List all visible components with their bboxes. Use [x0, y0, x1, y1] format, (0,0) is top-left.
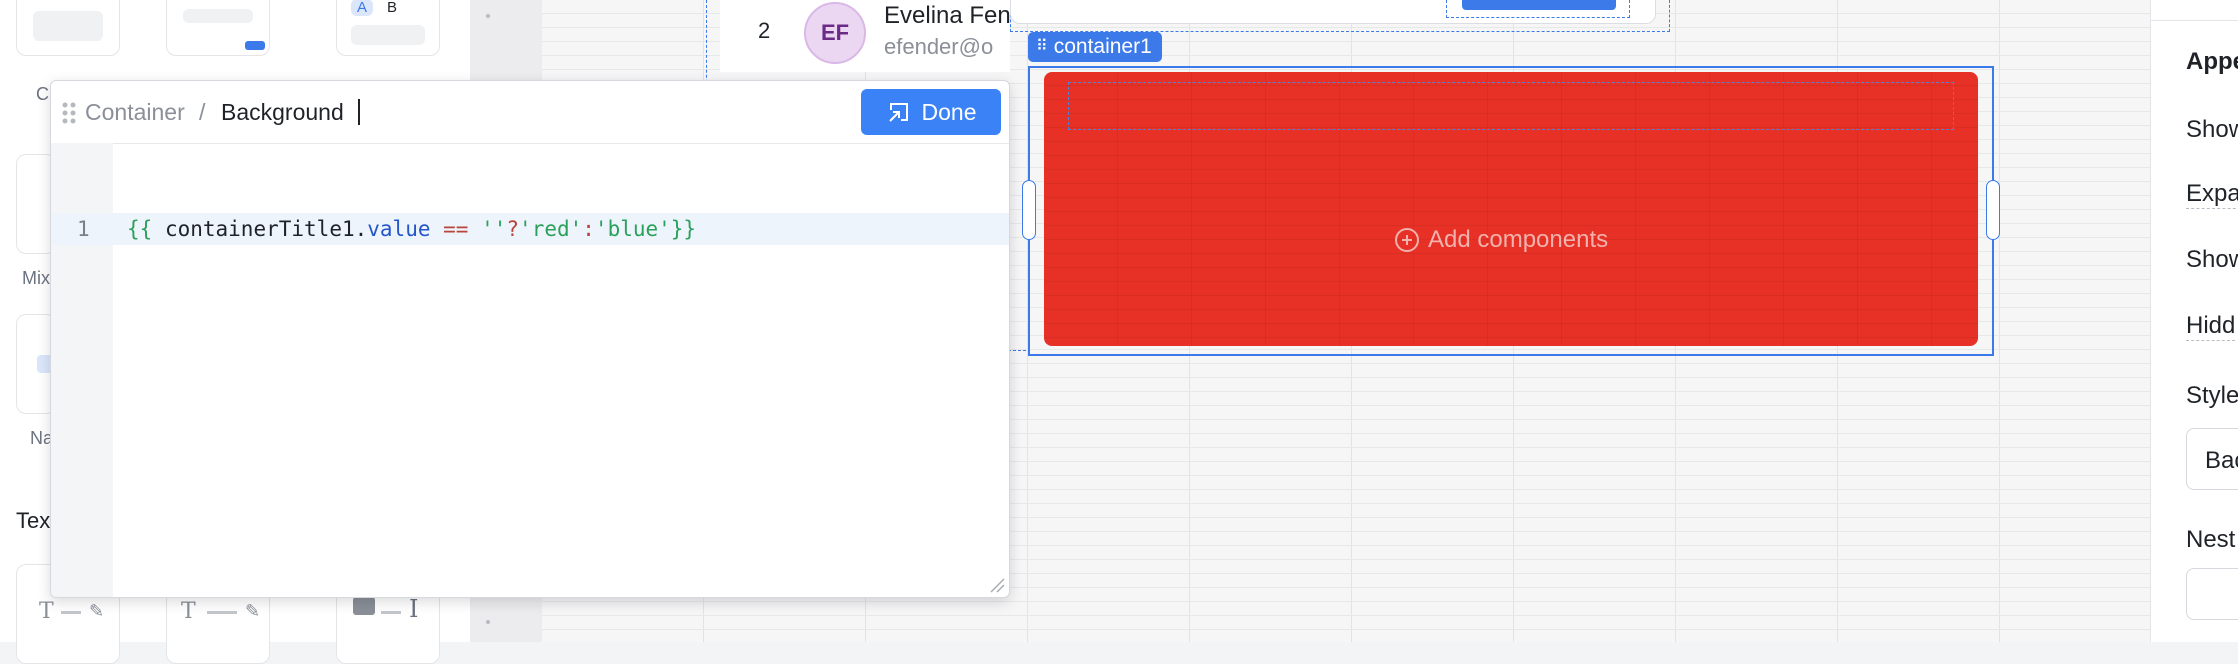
breadcrumb-current[interactable]: Background [221, 99, 344, 126]
add-components-button[interactable]: Add components [1394, 226, 1608, 254]
submit-button[interactable] [1462, 0, 1616, 10]
avatar: EF [804, 2, 866, 64]
inspector-section-appearance[interactable]: Appe [2186, 48, 2238, 76]
inspector-label: Hidd [2186, 312, 2236, 341]
editor-gutter [51, 143, 113, 597]
gutter-dot [486, 620, 490, 624]
inspector-label: Show [2186, 116, 2238, 143]
code-token: . [354, 217, 368, 241]
person-name: Evelina Fen [884, 2, 1011, 29]
inspector-divider [2150, 20, 2238, 21]
code-token: : [582, 217, 595, 241]
tile-label: Mix [22, 268, 50, 288]
section-title-text: Tex [16, 508, 51, 533]
line-icon [381, 611, 401, 614]
code-token: {{ [127, 217, 153, 241]
tile-badge-b: B [387, 0, 398, 16]
code-token: value [367, 217, 431, 241]
tile-label: C [36, 84, 49, 104]
inspector-label: Expa [2186, 180, 2238, 209]
inspector-label: Nest [2186, 526, 2236, 553]
pencil-icon: ✎ [245, 601, 261, 621]
pencil-icon: ✎ [89, 601, 105, 621]
tile-badge-a: A [351, 0, 374, 16]
style-select-value: Bac [2205, 447, 2238, 474]
tile-preview [33, 11, 103, 41]
cursor-icon: I [409, 595, 419, 623]
done-label: Done [921, 98, 977, 125]
text-icon: T [181, 599, 196, 624]
component-tile[interactable] [166, 0, 270, 56]
plus-circle-icon [1395, 228, 1419, 252]
container-label-tag[interactable]: ⠿ container1 [1028, 32, 1162, 62]
code-token: }} [670, 217, 697, 241]
component-tile[interactable]: A B [336, 0, 440, 56]
code-token: '' [481, 217, 507, 241]
breadcrumb-separator: / [199, 99, 206, 125]
nested-input[interactable] [2186, 568, 2238, 620]
code-token: containerTitle1 [164, 217, 355, 241]
inspector-label: Show [2186, 246, 2238, 273]
collapse-icon [888, 103, 908, 122]
person-email: efender@o [884, 34, 994, 59]
resize-handle-right[interactable] [1986, 180, 2000, 240]
style-select[interactable]: Bac [2186, 428, 2238, 490]
code-token: 'red' [519, 217, 583, 241]
drag-handle-icon[interactable] [61, 101, 77, 125]
tile-preview-button [245, 41, 265, 50]
line-icon [207, 611, 237, 614]
code-editor-popover[interactable]: Container / Background Done 1 {{ contain… [50, 80, 1010, 598]
tile-preview [351, 25, 425, 45]
row-number: 2 [758, 18, 771, 43]
code-token: 'blue' [594, 217, 671, 241]
code-token: == [443, 217, 469, 241]
drag-handle-icon[interactable]: ⠿ [1036, 39, 1048, 55]
done-button[interactable]: Done [861, 89, 1001, 135]
gutter-dot [486, 14, 490, 18]
text-icon: T [39, 599, 54, 624]
container-title-slot[interactable] [1068, 82, 1954, 130]
breadcrumb-parent[interactable]: Container [85, 99, 185, 126]
tile-preview [183, 9, 253, 23]
line-icon [61, 611, 81, 614]
resize-handle-left[interactable] [1022, 180, 1036, 240]
code-line[interactable]: {{ containerTitle1.value == ''?'red':'bl… [127, 217, 696, 241]
container-name: container1 [1053, 35, 1152, 58]
line-number: 1 [77, 217, 90, 241]
code-token: ? [506, 217, 520, 241]
resize-grip-icon[interactable] [987, 575, 1005, 593]
component-tile[interactable] [16, 0, 120, 56]
text-caret [358, 99, 360, 125]
inspector-label: Style [2186, 382, 2238, 409]
envelope-icon [353, 597, 375, 615]
add-components-label: Add components [1428, 226, 1609, 253]
